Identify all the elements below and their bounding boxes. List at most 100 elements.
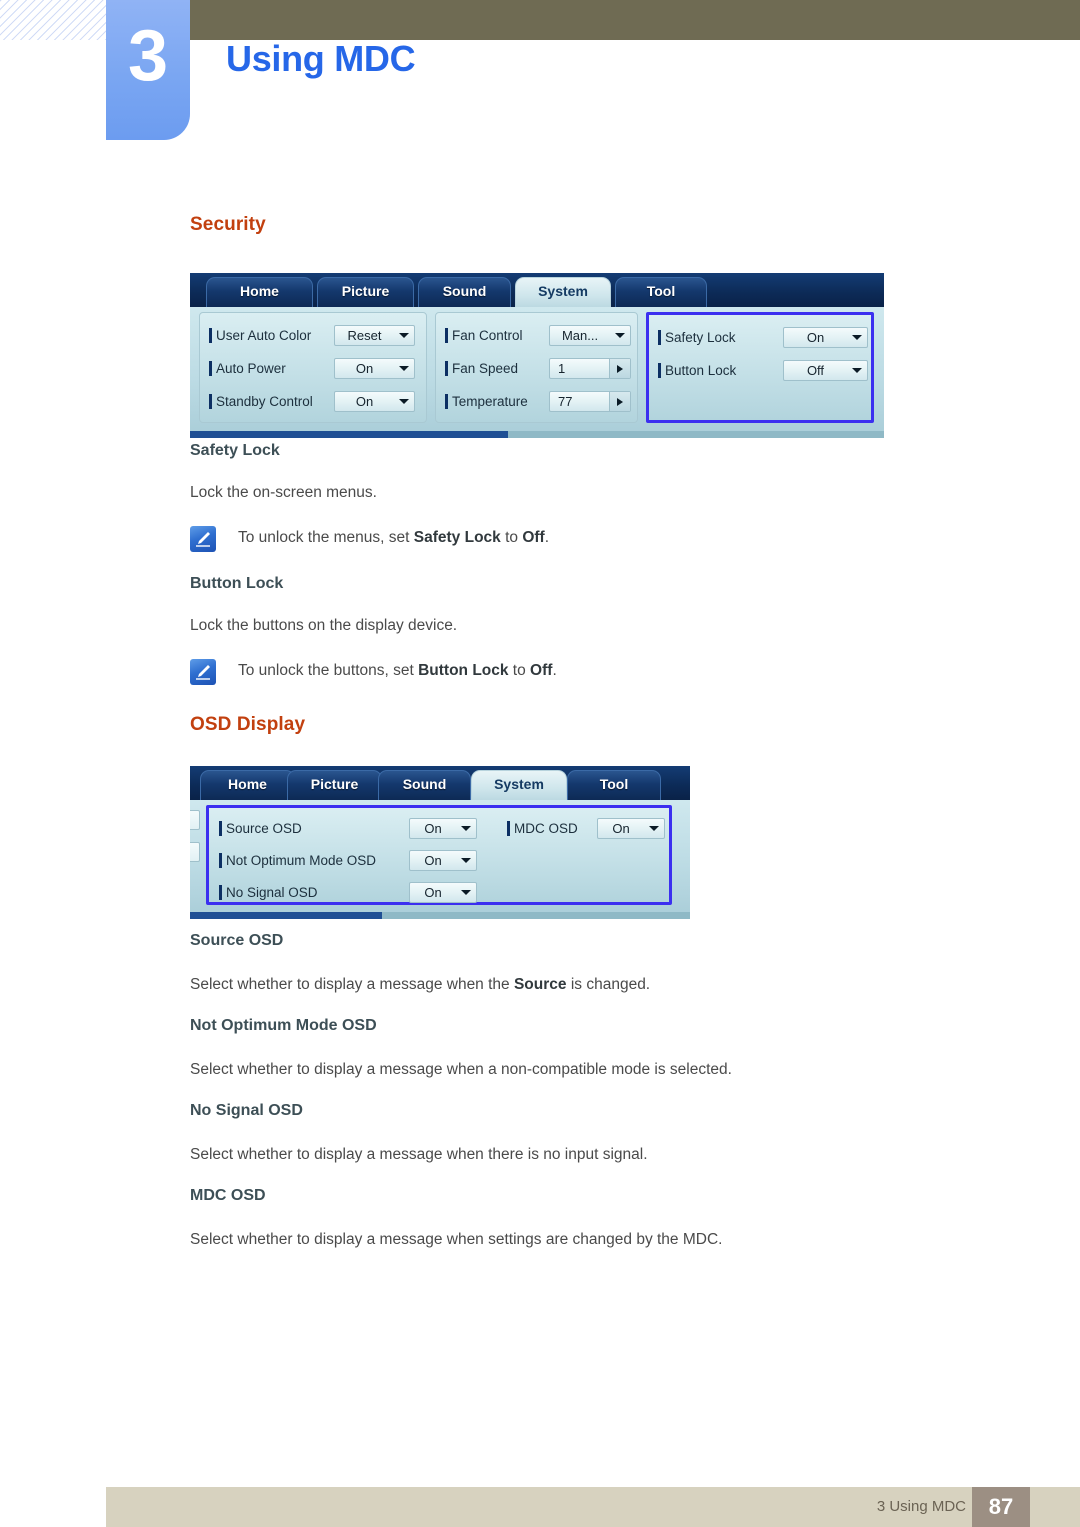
- dropdown-fan-control[interactable]: Man...: [549, 325, 631, 346]
- footer-page-number: 87: [972, 1487, 1030, 1527]
- row-bullet-icon: [219, 885, 222, 900]
- dropdown-auto-power[interactable]: On: [334, 358, 415, 379]
- sub-heading-no-signal-osd: No Signal OSD: [190, 1102, 303, 1119]
- chevron-down-icon: [399, 399, 409, 404]
- row-bullet-icon: [445, 394, 448, 409]
- mdc-row-label: Safety Lock: [665, 330, 736, 345]
- mdc-row-mdc-osd: MDC OSD On: [507, 818, 667, 840]
- row-bullet-icon: [507, 821, 510, 836]
- section-osd-display: OSD Display: [190, 714, 1020, 736]
- mdc-row-auto-power: Auto Power On: [209, 358, 421, 380]
- mdc-tab-picture[interactable]: Picture: [317, 277, 414, 307]
- row-bullet-icon: [445, 328, 448, 343]
- body-mdc-osd: Select whether to display a message when…: [190, 1229, 1020, 1251]
- mdc-scrollbar-thumb[interactable]: [190, 912, 382, 919]
- chevron-down-icon: [852, 335, 862, 340]
- note-pen-icon: [190, 526, 216, 552]
- mdc-row-label: No Signal OSD: [226, 885, 318, 900]
- dropdown-user-auto-color[interactable]: Reset: [334, 325, 415, 346]
- body-button-lock: Lock the buttons on the display device.: [190, 615, 1020, 637]
- mdc-tab-home[interactable]: Home: [206, 277, 313, 307]
- row-bullet-icon: [209, 394, 212, 409]
- row-bullet-icon: [445, 361, 448, 376]
- dropdown-value: Man...: [561, 328, 599, 343]
- mdc-tab-system[interactable]: System: [515, 277, 611, 307]
- spinner-fan-speed[interactable]: 1: [549, 358, 631, 379]
- mdc-row-label: MDC OSD: [514, 821, 578, 836]
- mdc-group-display: User Auto Color Reset Auto Power On Stan…: [199, 312, 427, 423]
- olive-header-bar: [190, 0, 1080, 40]
- paragraph-safety-lock: Lock the on-screen menus.: [190, 484, 377, 501]
- paragraph-source-osd: Select whether to display a message when…: [190, 976, 651, 993]
- note-pen-icon: [190, 659, 216, 685]
- dropdown-safety-lock[interactable]: On: [783, 327, 868, 348]
- mdc-tab-system[interactable]: System: [471, 770, 567, 800]
- dropdown-mdc-osd[interactable]: On: [597, 818, 665, 839]
- footer-chapter-label: 3 Using MDC: [876, 1498, 966, 1515]
- spinner-increment-icon[interactable]: [609, 392, 630, 411]
- spinner-value: 77: [558, 394, 573, 409]
- mdc-tab-sound[interactable]: Sound: [378, 770, 471, 800]
- mdc-body-security: User Auto Color Reset Auto Power On Stan…: [190, 307, 884, 438]
- mdc-row-safety-lock: Safety Lock On: [658, 327, 870, 349]
- sub-heading-mdc-osd: MDC OSD: [190, 1187, 266, 1204]
- dropdown-value: On: [424, 885, 442, 900]
- mdc-tab-tool[interactable]: Tool: [615, 277, 707, 307]
- mdc-row-user-auto-color: User Auto Color Reset: [209, 325, 421, 347]
- mdc-row-source-osd: Source OSD On: [219, 818, 499, 840]
- mdc-tab-home[interactable]: Home: [200, 770, 295, 800]
- mdc-row-label: Not Optimum Mode OSD: [226, 853, 377, 868]
- mdc-tab-tool[interactable]: Tool: [567, 770, 661, 800]
- row-bullet-icon: [219, 853, 222, 868]
- dropdown-not-optimum-mode-osd[interactable]: On: [409, 850, 477, 871]
- mdc-row-fan-control: Fan Control Man...: [445, 325, 633, 347]
- section-heading-osd-display: OSD Display: [190, 714, 306, 735]
- mdc-tab-picture[interactable]: Picture: [287, 770, 382, 800]
- cropped-control-stub: [190, 810, 200, 830]
- chevron-down-icon: [615, 333, 625, 338]
- dropdown-standby-control[interactable]: On: [334, 391, 415, 412]
- mdc-group-osd-highlight: Source OSD On Not Optimum Mode OSD On No…: [206, 805, 672, 905]
- cropped-control-stub: [190, 842, 200, 862]
- mdc-tab-sound[interactable]: Sound: [418, 277, 511, 307]
- mdc-tabbar-osd: Home Picture Sound System Tool: [190, 766, 690, 800]
- chevron-down-icon: [399, 366, 409, 371]
- mdc-body-osd: Source OSD On Not Optimum Mode OSD On No…: [190, 800, 690, 919]
- note-button-lock: To unlock the buttons, set Button Lock t…: [190, 658, 1020, 685]
- mdc-group-fan: Fan Control Man... Fan Speed 1 Temperatu…: [435, 312, 638, 423]
- chapter-header: 3 Using MDC: [0, 0, 1080, 152]
- dropdown-no-signal-osd[interactable]: On: [409, 882, 477, 903]
- chevron-down-icon: [852, 368, 862, 373]
- mdc-row-label: Standby Control: [216, 394, 313, 409]
- sub-heading-not-optimum-mode-osd: Not Optimum Mode OSD: [190, 1017, 377, 1034]
- dropdown-value: On: [806, 330, 825, 345]
- dropdown-value: On: [355, 394, 374, 409]
- sub-heading-button-lock: Button Lock: [190, 575, 284, 592]
- chevron-down-icon: [649, 826, 659, 831]
- sub-heading-safety-lock: Safety Lock: [190, 442, 280, 459]
- dropdown-value: On: [424, 853, 442, 868]
- sub-heading-source-osd: Source OSD: [190, 932, 284, 949]
- chevron-down-icon: [461, 890, 471, 895]
- chapter-number-block: 3: [106, 0, 190, 140]
- row-bullet-icon: [209, 328, 212, 343]
- note-text-button-lock: To unlock the buttons, set Button Lock t…: [238, 662, 557, 679]
- row-bullet-icon: [219, 821, 222, 836]
- dropdown-button-lock[interactable]: Off: [783, 360, 868, 381]
- mdc-row-label: Temperature: [452, 394, 528, 409]
- spinner-temperature[interactable]: 77: [549, 391, 631, 412]
- item-no-signal-osd: No Signal OSD: [190, 1102, 1020, 1120]
- chevron-down-icon: [461, 826, 471, 831]
- dropdown-source-osd[interactable]: On: [409, 818, 477, 839]
- mdc-scrollbar-thumb[interactable]: [190, 431, 508, 438]
- dropdown-value: On: [424, 821, 442, 836]
- mdc-screenshot-security: Home Picture Sound System Tool User Auto…: [190, 273, 884, 438]
- spinner-increment-icon[interactable]: [609, 359, 630, 378]
- mdc-tabbar-security: Home Picture Sound System Tool: [190, 273, 884, 307]
- mdc-row-no-signal-osd: No Signal OSD On: [219, 882, 499, 904]
- mdc-screenshot-osd: Home Picture Sound System Tool Source OS…: [190, 766, 690, 919]
- mdc-row-label: Fan Control: [452, 328, 523, 343]
- chapter-title: Using MDC: [226, 38, 416, 79]
- row-bullet-icon: [658, 363, 661, 378]
- spinner-value: 1: [558, 361, 566, 376]
